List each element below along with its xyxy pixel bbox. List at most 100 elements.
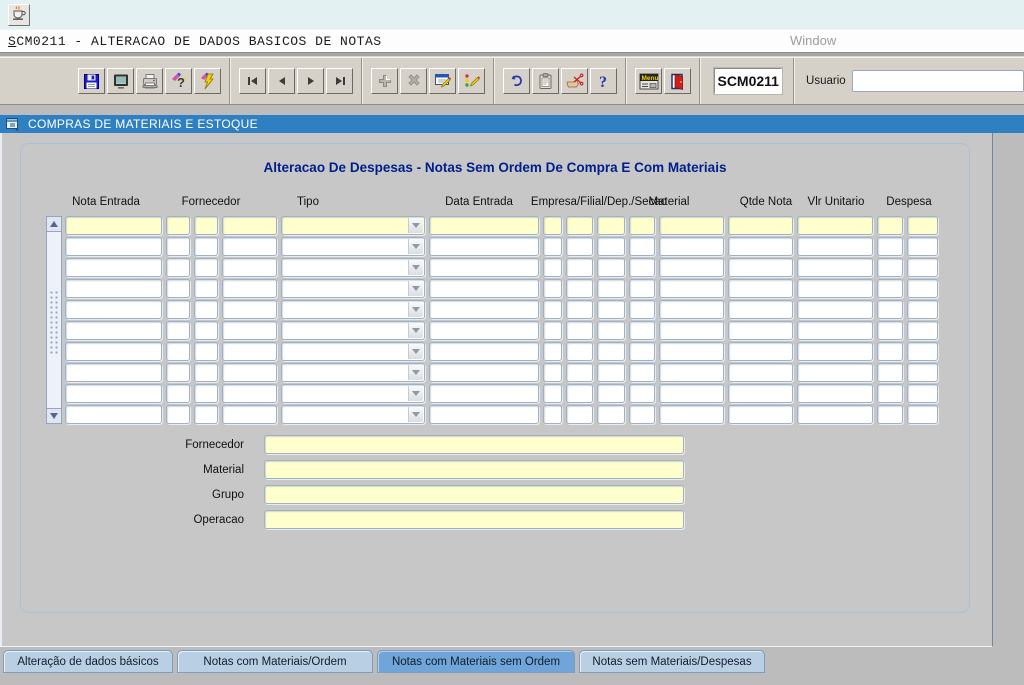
scroll-up-button[interactable] [46,216,62,232]
dropdown-button[interactable] [408,407,423,422]
grid-field[interactable] [194,405,218,424]
grid-field[interactable] [222,258,277,277]
grid-field[interactable] [65,405,162,424]
grid-field[interactable] [877,258,903,277]
grid-field[interactable] [907,237,938,256]
grid-field[interactable] [222,216,277,235]
grid-field[interactable] [659,279,724,298]
grid-field[interactable] [566,279,593,298]
grid-field[interactable] [629,237,655,256]
grid-field[interactable] [659,384,724,403]
grid-field[interactable] [797,258,873,277]
grid-field[interactable] [222,279,277,298]
java-applet-button[interactable] [8,4,30,26]
grid-field[interactable] [543,384,562,403]
dropdown-button[interactable] [408,218,423,233]
grid-field[interactable] [877,216,903,235]
grid-field[interactable] [907,321,938,340]
grid-field[interactable] [629,384,655,403]
grid-field[interactable] [166,384,190,403]
execute-query-button[interactable] [458,68,485,94]
grid-field[interactable] [543,237,562,256]
grid-field[interactable] [797,237,873,256]
grid-field[interactable] [194,258,218,277]
screen-button[interactable] [107,68,134,94]
grid-vertical-scrollbar[interactable] [46,216,62,424]
grid-field[interactable] [429,342,539,361]
grid-field[interactable] [166,258,190,277]
grid-field[interactable] [543,363,562,382]
grid-field[interactable] [429,384,539,403]
material-field[interactable] [264,460,684,479]
grid-field[interactable] [728,300,793,319]
grid-field[interactable] [166,342,190,361]
grid-field[interactable] [566,300,593,319]
grid-field[interactable] [194,279,218,298]
scrollbar-track[interactable] [47,231,61,409]
grid-field[interactable] [597,342,625,361]
grid-field[interactable] [728,342,793,361]
grid-field[interactable] [629,321,655,340]
grid-field[interactable] [65,300,162,319]
grid-field[interactable] [222,384,277,403]
menu-button[interactable]: Menu [635,68,662,94]
grid-field[interactable] [907,363,938,382]
grid-field[interactable] [222,405,277,424]
grid-field[interactable] [877,237,903,256]
grid-field[interactable] [728,384,793,403]
grid-field[interactable] [728,258,793,277]
grid-field[interactable] [222,363,277,382]
execute-button[interactable] [194,68,221,94]
grid-field[interactable] [194,237,218,256]
menu-item-window[interactable]: Window [790,33,836,48]
operacao-field[interactable] [264,510,684,529]
grid-field[interactable] [566,342,593,361]
tipo-dropdown-field[interactable] [281,216,425,235]
tab-1[interactable]: Alteração de dados básicos [3,650,173,673]
grid-field[interactable] [797,216,873,235]
grid-field[interactable] [629,279,655,298]
grid-field[interactable] [629,258,655,277]
grid-field[interactable] [566,384,593,403]
clipboard-button[interactable] [532,68,559,94]
grid-field[interactable] [728,405,793,424]
grid-field[interactable] [659,363,724,382]
grid-field[interactable] [877,405,903,424]
grid-field[interactable] [543,405,562,424]
dropdown-button[interactable] [408,344,423,359]
grupo-field[interactable] [264,485,684,504]
dropdown-button[interactable] [408,365,423,380]
grid-field[interactable] [797,342,873,361]
grid-field[interactable] [629,405,655,424]
usuario-input[interactable] [852,70,1024,92]
grid-field[interactable] [566,237,593,256]
grid-field[interactable] [65,216,162,235]
first-record-button[interactable] [239,68,266,94]
grid-field[interactable] [429,405,539,424]
grid-field[interactable] [566,363,593,382]
grid-field[interactable] [222,321,277,340]
grid-field[interactable] [194,216,218,235]
grid-field[interactable] [65,363,162,382]
undo-button[interactable] [503,68,530,94]
tipo-dropdown-field[interactable] [281,237,425,256]
tipo-dropdown-field[interactable] [281,279,425,298]
grid-field[interactable] [543,342,562,361]
grid-field[interactable] [429,279,539,298]
scrollbar-thumb[interactable] [48,289,60,355]
grid-field[interactable] [659,342,724,361]
grid-field[interactable] [907,216,938,235]
grid-field[interactable] [797,363,873,382]
grid-field[interactable] [877,321,903,340]
grid-field[interactable] [907,279,938,298]
tipo-dropdown-field[interactable] [281,363,425,382]
grid-field[interactable] [222,237,277,256]
grid-field[interactable] [166,405,190,424]
dropdown-button[interactable] [408,260,423,275]
grid-field[interactable] [543,321,562,340]
grid-field[interactable] [429,363,539,382]
grid-field[interactable] [166,237,190,256]
cut-record-button[interactable] [561,68,588,94]
delete-record-button[interactable] [400,68,427,94]
tipo-dropdown-field[interactable] [281,342,425,361]
